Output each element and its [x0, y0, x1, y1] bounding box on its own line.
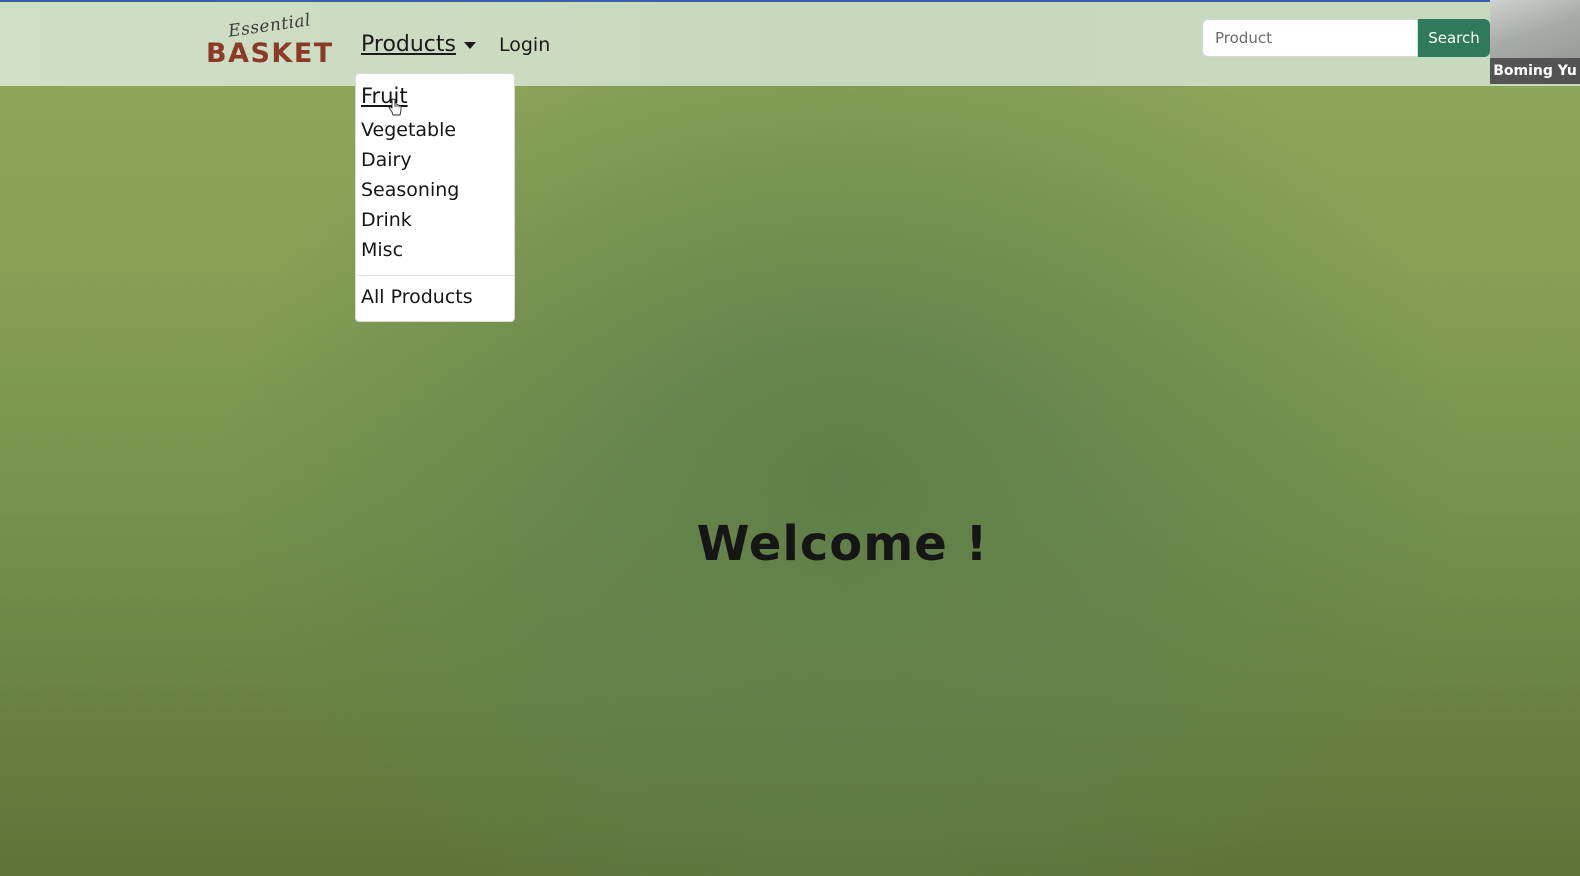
products-dropdown-toggle[interactable]: Products — [361, 32, 456, 57]
chevron-down-icon — [464, 42, 476, 49]
brand-logo[interactable]: Essential BASKET — [204, 10, 332, 70]
dropdown-item-seasoning[interactable]: Seasoning — [361, 179, 459, 201]
login-link[interactable]: Login — [499, 34, 550, 56]
logo-main-text: BASKET — [206, 38, 334, 69]
search-input[interactable] — [1202, 19, 1418, 57]
dropdown-item-vegetable[interactable]: Vegetable — [361, 119, 456, 141]
products-dropdown-menu: Fruit Vegetable Dairy Seasoning Drink Mi… — [355, 73, 515, 322]
dropdown-item-misc[interactable]: Misc — [361, 239, 403, 261]
participant-name: Boming Yu — [1490, 58, 1580, 84]
dropdown-item-drink[interactable]: Drink — [361, 209, 412, 231]
video-participant-tile: Boming Yu — [1490, 0, 1580, 84]
search-button[interactable]: Search — [1418, 19, 1490, 57]
navbar: Essential BASKET Products Login Search — [0, 2, 1580, 86]
welcome-heading: Welcome ! — [696, 516, 989, 572]
dropdown-divider — [356, 275, 514, 276]
logo-script-text: Essential — [227, 10, 313, 42]
dropdown-item-all-products[interactable]: All Products — [361, 286, 473, 308]
hand-pointer-icon — [388, 98, 402, 116]
dropdown-item-dairy[interactable]: Dairy — [361, 149, 412, 171]
